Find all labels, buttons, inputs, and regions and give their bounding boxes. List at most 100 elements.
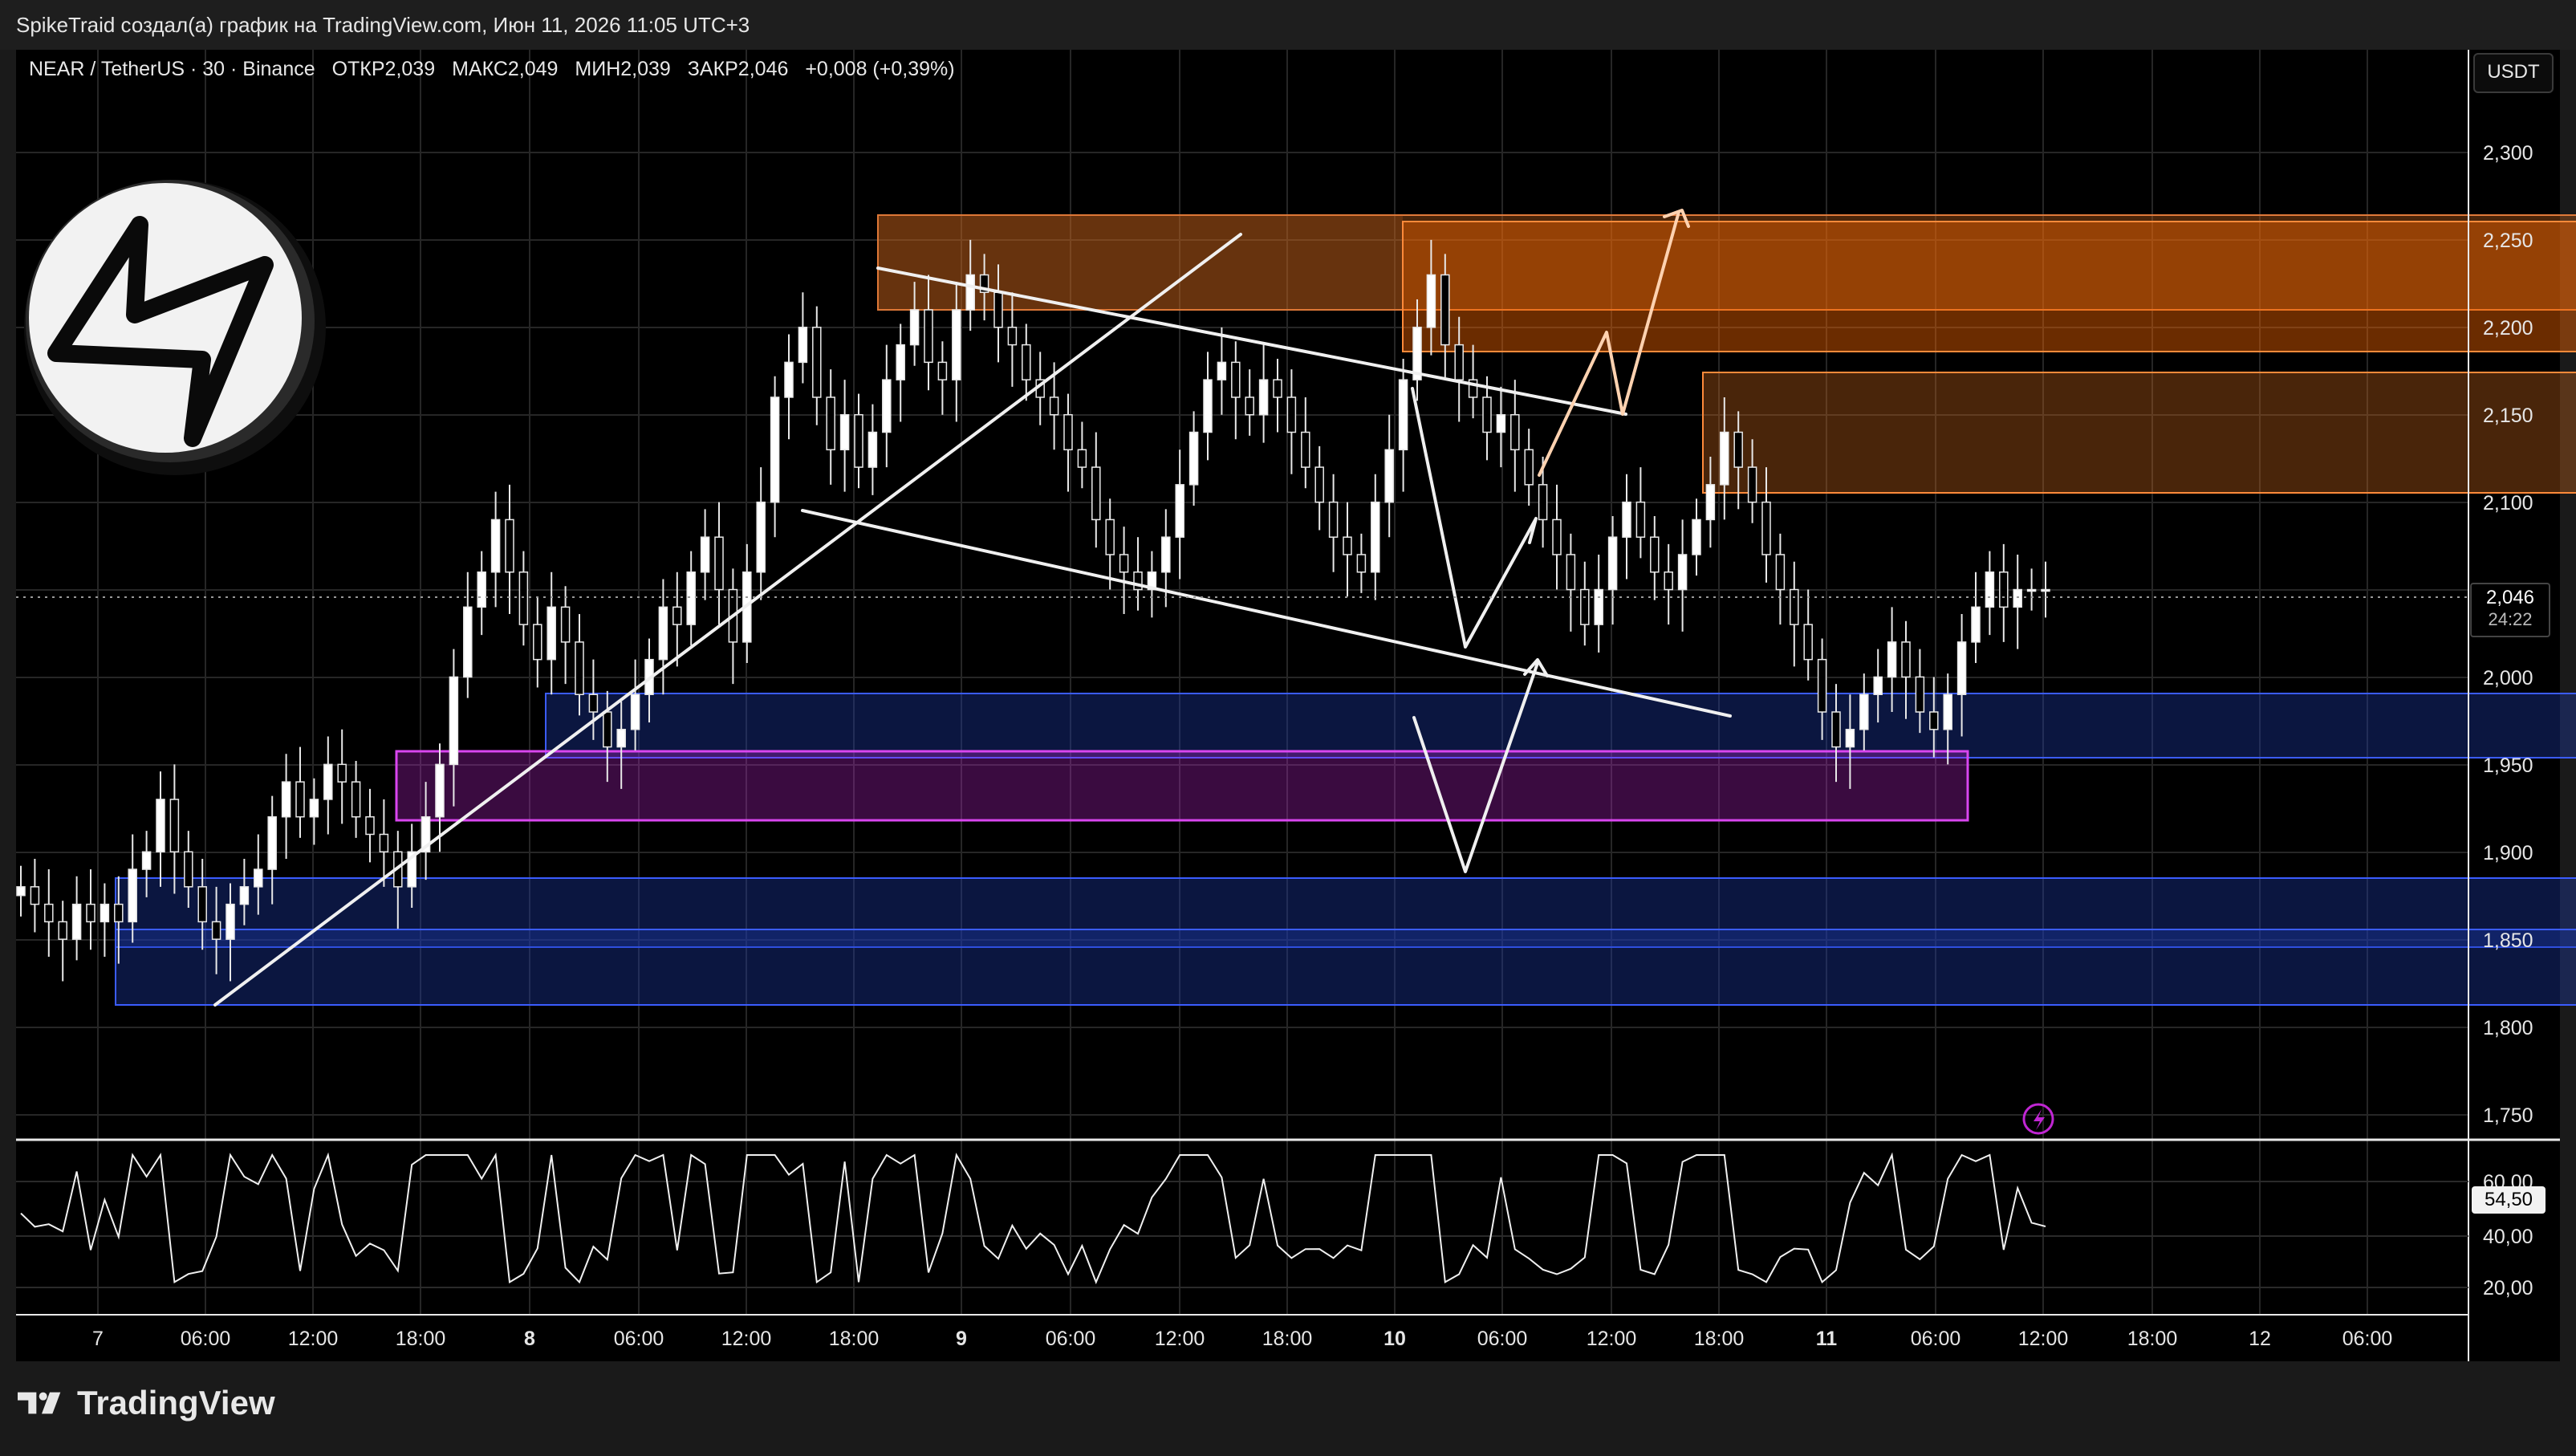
candle[interactable]: [770, 376, 780, 538]
candle[interactable]: [1635, 467, 1646, 559]
candle[interactable]: [1188, 411, 1199, 506]
candle[interactable]: [1119, 527, 1129, 615]
candle[interactable]: [882, 344, 892, 468]
candle[interactable]: [1343, 502, 1352, 597]
candle[interactable]: [533, 596, 542, 688]
candle[interactable]: [1328, 474, 1339, 572]
candle[interactable]: [1664, 543, 1673, 625]
candle[interactable]: [16, 865, 26, 917]
candle[interactable]: [337, 729, 347, 824]
candle[interactable]: [812, 306, 822, 425]
candle[interactable]: [854, 393, 863, 489]
candle[interactable]: [365, 788, 375, 863]
candle[interactable]: [1692, 498, 1701, 576]
candle[interactable]: [686, 551, 696, 646]
candle[interactable]: [1147, 551, 1157, 618]
candle[interactable]: [323, 736, 333, 835]
candle[interactable]: [30, 858, 40, 933]
candle[interactable]: [1301, 397, 1310, 489]
candle[interactable]: [560, 586, 571, 685]
candle[interactable]: [1524, 429, 1534, 506]
candle[interactable]: [505, 484, 514, 615]
candle[interactable]: [1790, 561, 1799, 667]
candle[interactable]: [477, 551, 486, 636]
candle[interactable]: [1314, 445, 1324, 531]
candle[interactable]: [1203, 352, 1213, 461]
candle[interactable]: [937, 341, 948, 415]
candle[interactable]: [100, 883, 110, 957]
candle[interactable]: [1231, 341, 1241, 440]
legend-high: МАКС2,049: [452, 58, 559, 80]
candle[interactable]: [1580, 561, 1590, 646]
candle[interactable]: [1258, 344, 1269, 443]
chart-canvas[interactable]: 2,3002,2502,2002,1502,1002,0502,0001,950…: [0, 0, 2576, 1456]
candle[interactable]: [1356, 533, 1367, 593]
candle[interactable]: [1985, 551, 1995, 636]
candle[interactable]: [756, 467, 766, 600]
candle[interactable]: [1468, 344, 1478, 419]
candle[interactable]: [728, 568, 738, 685]
candle[interactable]: [1273, 359, 1282, 433]
candle[interactable]: [44, 869, 54, 957]
candle[interactable]: [826, 369, 835, 485]
candle[interactable]: [1607, 516, 1618, 625]
candle[interactable]: [1971, 571, 1981, 664]
price-tick-label: 2,300: [2483, 142, 2533, 165]
candle[interactable]: [58, 901, 67, 982]
legend-symbol[interactable]: NEAR / TetherUS · 30 · Binance: [29, 58, 315, 80]
candle[interactable]: [1496, 386, 1506, 468]
candle[interactable]: [1650, 516, 1660, 600]
candle[interactable]: [867, 404, 878, 495]
candle[interactable]: [351, 761, 361, 838]
candle[interactable]: [1398, 359, 1408, 492]
candle[interactable]: [1566, 533, 1576, 632]
candle[interactable]: [156, 771, 165, 887]
candle[interactable]: [1175, 449, 1184, 580]
candle[interactable]: [1371, 474, 1380, 600]
candle[interactable]: [1803, 589, 1813, 681]
currency-button[interactable]: USDT: [2473, 53, 2554, 93]
candle[interactable]: [1510, 380, 1520, 492]
rsi-line[interactable]: [20, 1152, 2046, 1285]
candle[interactable]: [518, 551, 529, 646]
candle[interactable]: [798, 292, 808, 384]
candle[interactable]: [295, 746, 305, 838]
candle[interactable]: [1775, 533, 1786, 625]
candle[interactable]: [281, 754, 291, 859]
candle[interactable]: [1384, 414, 1394, 538]
candle[interactable]: [1999, 543, 2009, 642]
candle[interactable]: [896, 323, 905, 422]
time-tick-label: 06:00: [1477, 1328, 1528, 1350]
candle[interactable]: [169, 764, 180, 894]
candle[interactable]: [379, 799, 389, 887]
candle[interactable]: [784, 334, 794, 440]
candle[interactable]: [71, 876, 82, 961]
candle[interactable]: [463, 571, 473, 698]
candle[interactable]: [1552, 484, 1562, 590]
candle[interactable]: [700, 509, 710, 600]
candle[interactable]: [672, 571, 682, 667]
candle[interactable]: [1286, 369, 1297, 474]
lightning-icon[interactable]: [2022, 1103, 2054, 1135]
candle[interactable]: [1594, 554, 1603, 653]
candle[interactable]: [714, 502, 724, 625]
candle[interactable]: [839, 380, 850, 492]
time-tick-label: 18:00: [2127, 1328, 2178, 1350]
candle[interactable]: [1677, 519, 1688, 632]
channel-bottom-line[interactable]: [801, 509, 1732, 718]
current-price-value: 2,046: [2485, 587, 2535, 608]
candle[interactable]: [2026, 568, 2037, 611]
demand-zone-lower-2: [115, 929, 2576, 1006]
candle[interactable]: [2013, 554, 2022, 649]
tradingview-brand: TradingView: [77, 1384, 275, 1421]
candle[interactable]: [309, 778, 319, 845]
candle[interactable]: [1105, 498, 1115, 590]
candle[interactable]: [1022, 323, 1031, 401]
candle[interactable]: [1217, 327, 1227, 415]
candle[interactable]: [1245, 369, 1254, 436]
candle[interactable]: [1622, 474, 1631, 580]
candle[interactable]: [1091, 432, 1101, 548]
candle[interactable]: [1077, 421, 1087, 489]
candle[interactable]: [86, 869, 95, 950]
candle[interactable]: [1133, 537, 1143, 611]
